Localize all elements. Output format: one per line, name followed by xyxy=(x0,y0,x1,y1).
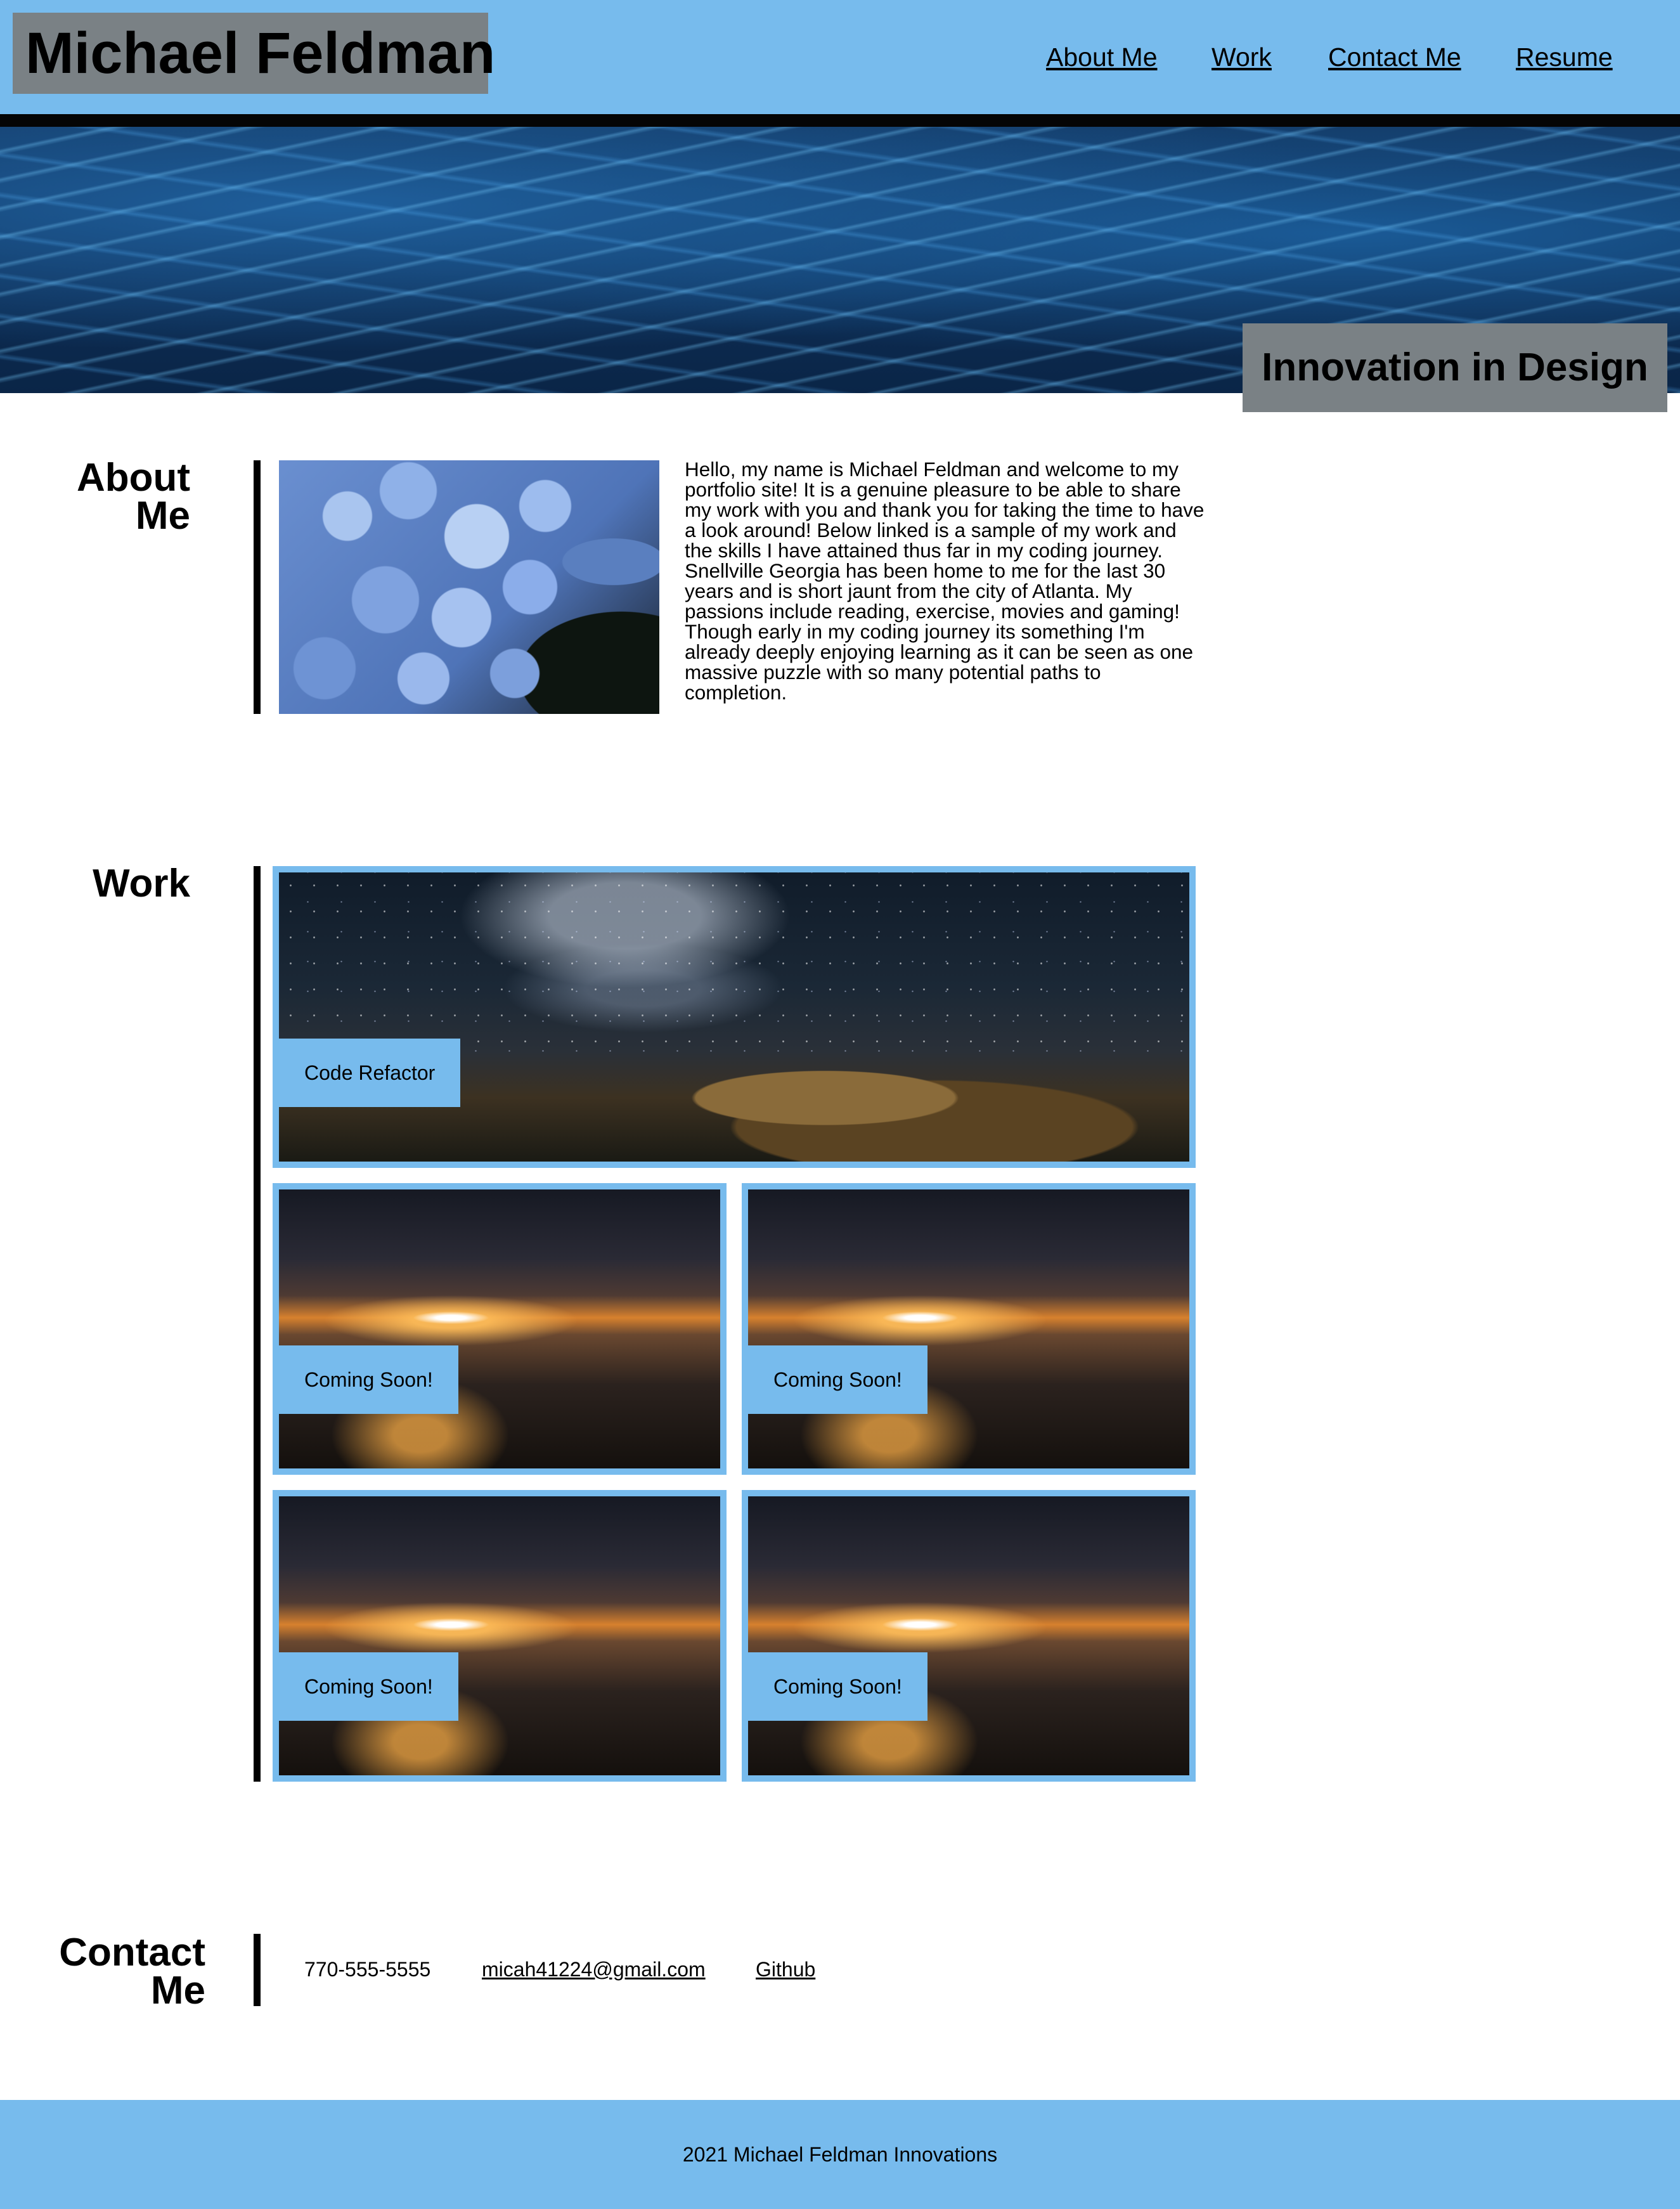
project-image-sunset-sea xyxy=(279,1496,720,1775)
main-nav: About Me Work Contact Me Resume xyxy=(0,39,1680,77)
about-divider xyxy=(254,460,261,714)
project-card-coming-soon[interactable]: Coming Soon! xyxy=(742,1183,1196,1475)
nav-link-about-me[interactable]: About Me xyxy=(1046,39,1158,75)
contact-divider xyxy=(254,1934,261,2006)
about-text: Hello, my name is Michael Feldman and we… xyxy=(685,458,1205,704)
about-heading: About Me xyxy=(38,456,190,538)
project-image-sunset-sea xyxy=(748,1496,1189,1775)
site-footer: 2021 Michael Feldman Innovations xyxy=(0,2100,1680,2209)
nav-link-contact-me[interactable]: Contact Me xyxy=(1328,39,1461,75)
project-label[interactable]: Coming Soon! xyxy=(279,1345,458,1414)
contact-github-link[interactable]: Github xyxy=(756,1954,815,1985)
nav-link-work[interactable]: Work xyxy=(1212,39,1272,75)
project-label[interactable]: Coming Soon! xyxy=(748,1652,927,1721)
project-label[interactable]: Coming Soon! xyxy=(279,1652,458,1721)
nav-link-resume[interactable]: Resume xyxy=(1516,39,1613,75)
contact-heading-line2: Me xyxy=(150,1969,205,2012)
project-card-coming-soon[interactable]: Coming Soon! xyxy=(273,1490,727,1782)
contact-email-link[interactable]: micah41224@gmail.com xyxy=(482,1954,706,1985)
project-image-sunset-sea xyxy=(279,1189,720,1468)
site-header: Michael Feldman About Me Work Contact Me… xyxy=(0,0,1680,114)
about-heading-line2: Me xyxy=(135,494,190,538)
project-label[interactable]: Coming Soon! xyxy=(748,1345,927,1414)
stars-overlay xyxy=(279,872,1189,1052)
footer-copyright: 2021 Michael Feldman Innovations xyxy=(682,2143,998,2166)
hero-tagline: Innovation in Design xyxy=(1243,323,1667,412)
about-heading-line1: About xyxy=(76,456,190,500)
project-card-coming-soon[interactable]: Coming Soon! xyxy=(273,1183,727,1475)
about-hydrangea-photo xyxy=(279,460,659,714)
contact-heading: Contact Me xyxy=(38,1931,205,2012)
project-card-code-refactor[interactable]: Code Refactor xyxy=(273,866,1196,1168)
work-heading: Work xyxy=(93,862,190,905)
header-divider xyxy=(0,114,1680,127)
work-divider xyxy=(254,866,261,1782)
project-label[interactable]: Code Refactor xyxy=(279,1039,461,1107)
project-image-night-sky-arch xyxy=(279,872,1189,1162)
project-image-sunset-sea xyxy=(748,1189,1189,1468)
project-card-coming-soon[interactable]: Coming Soon! xyxy=(742,1490,1196,1782)
contact-heading-line1: Contact xyxy=(59,1931,205,1974)
contact-phone: 770-555-5555 xyxy=(304,1958,431,1981)
